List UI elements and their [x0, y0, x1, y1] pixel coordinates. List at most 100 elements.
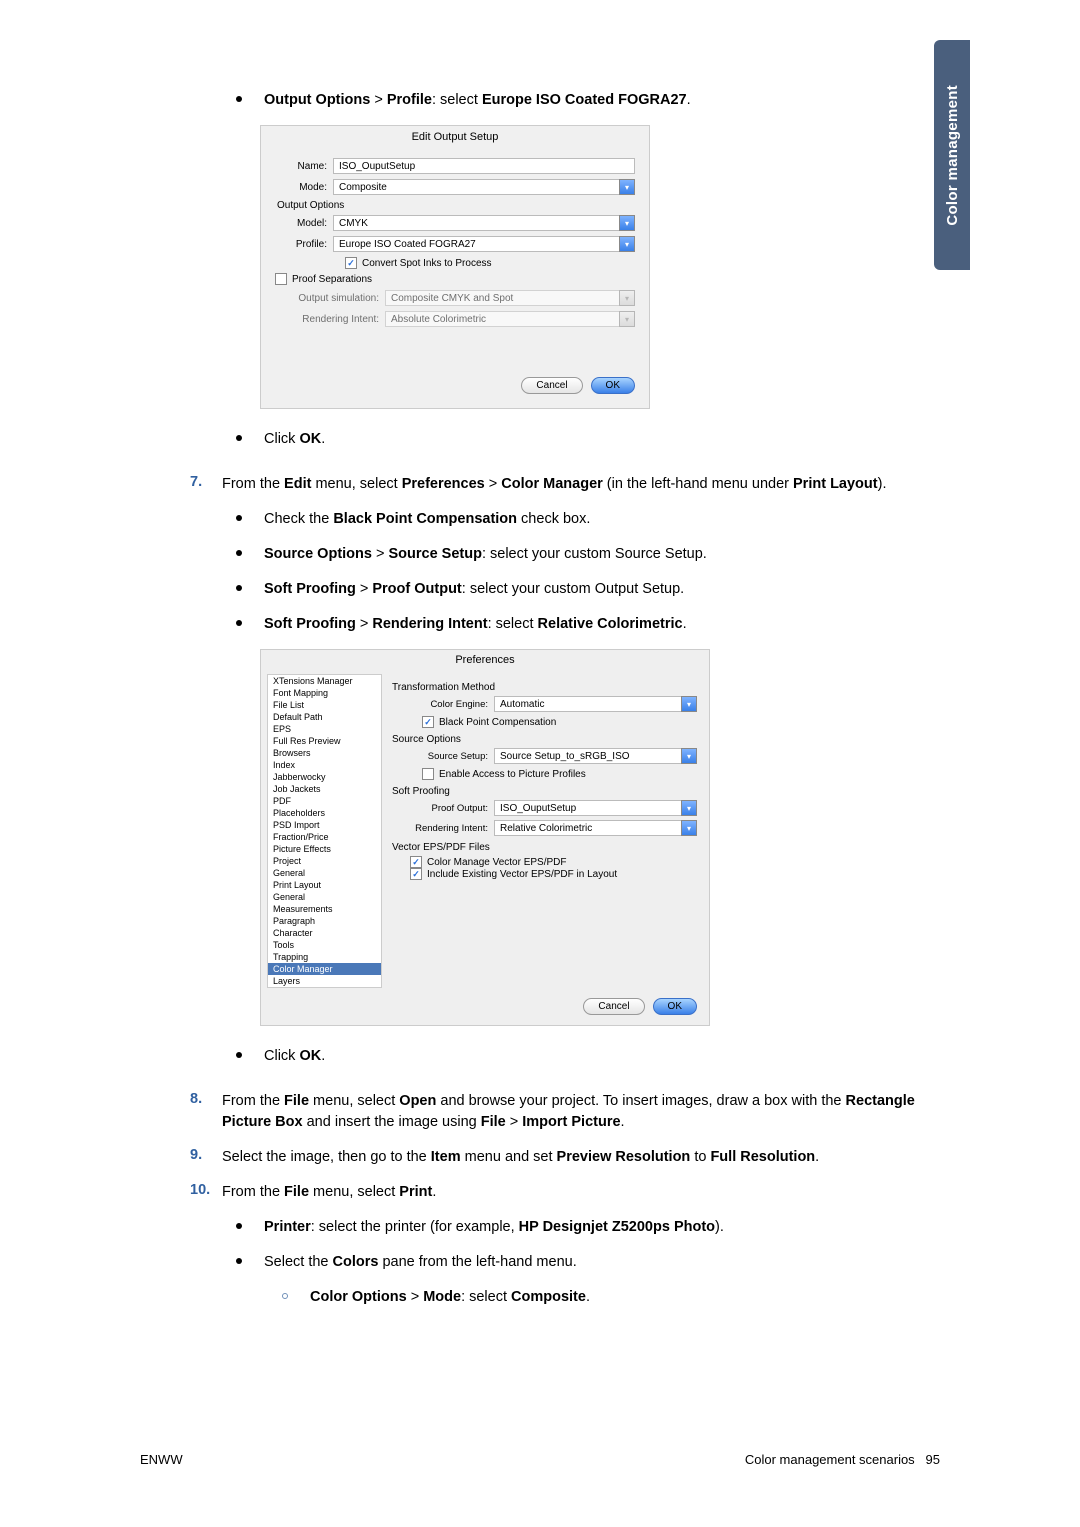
edit-output-setup-dialog: Edit Output Setup Name: ISO_OuputSetup M…: [260, 125, 650, 409]
proof-output-select[interactable]: ISO_OuputSetup ▾: [494, 800, 697, 816]
proof-separations-checkbox[interactable]: Proof Separations: [275, 273, 635, 285]
soft-proofing-label: Soft Proofing: [392, 786, 697, 797]
proof-output-label: Proof Output:: [402, 803, 494, 814]
color-engine-select[interactable]: Automatic ▾: [494, 696, 697, 712]
dialog-title: Edit Output Setup: [261, 126, 649, 148]
sidebar-item[interactable]: Full Res Preview: [268, 735, 381, 747]
include-existing-checkbox[interactable]: ✓ Include Existing Vector EPS/PDF in Lay…: [410, 868, 697, 880]
mode-select[interactable]: Composite ▾: [333, 179, 635, 195]
sidebar-item[interactable]: EPS: [268, 723, 381, 735]
sidebar-item[interactable]: Index: [268, 759, 381, 771]
chevron-down-icon: ▾: [619, 290, 635, 306]
sidebar-item[interactable]: Layers: [268, 975, 381, 987]
chevron-down-icon: ▾: [681, 820, 697, 836]
bullet-dot-icon: [236, 1223, 242, 1229]
bpc-checkbox[interactable]: ✓ Black Point Compensation: [422, 716, 697, 728]
sidebar-item[interactable]: Default Path: [268, 711, 381, 723]
preferences-dialog: Preferences XTensions ManagerFont Mappin…: [260, 649, 710, 1026]
sidebar-item[interactable]: General: [268, 867, 381, 879]
profile-label: Profile:: [285, 239, 333, 250]
output-sim-select: Composite CMYK and Spot ▾: [385, 290, 635, 306]
source-setup-label: Source Setup:: [402, 751, 494, 762]
sidebar-item[interactable]: Font Mapping: [268, 687, 381, 699]
sidebar-item[interactable]: Jabberwocky: [268, 771, 381, 783]
step-10: 10. From the File menu, select Print.: [190, 1182, 930, 1203]
side-tab-label: Color management: [944, 85, 961, 226]
sidebar-item[interactable]: Tools: [268, 939, 381, 951]
rendering-intent-select[interactable]: Relative Colorimetric ▾: [494, 820, 697, 836]
sidebar-item[interactable]: General: [268, 891, 381, 903]
sidebar-item[interactable]: Paragraph: [268, 915, 381, 927]
mode-label: Mode:: [275, 182, 333, 193]
ok-button[interactable]: OK: [591, 377, 635, 394]
bullet-dot-icon: [236, 585, 242, 591]
footer-right: Color management scenarios 95: [745, 1452, 940, 1467]
sidebar-item[interactable]: Print Layout: [268, 879, 381, 891]
page-content: Output Options > Profile: select Europe …: [190, 90, 930, 1322]
sidebar-item[interactable]: Job Jackets: [268, 783, 381, 795]
sidebar-item[interactable]: PSD Import: [268, 819, 381, 831]
rendering-intent-label: Rendering Intent:: [285, 314, 385, 325]
checkbox-unchecked-icon: [422, 768, 434, 780]
step-8: 8. From the File menu, select Open and b…: [190, 1091, 930, 1133]
bullet-dot-icon: [236, 1052, 242, 1058]
enable-access-checkbox[interactable]: Enable Access to Picture Profiles: [422, 768, 697, 780]
sidebar-item[interactable]: Placeholders: [268, 807, 381, 819]
name-input[interactable]: ISO_OuputSetup: [333, 158, 635, 174]
profile-select[interactable]: Europe ISO Coated FOGRA27 ▾: [333, 236, 635, 252]
model-label: Model:: [285, 218, 333, 229]
rendering-intent-label: Rendering Intent:: [402, 823, 494, 834]
chevron-down-icon: ▾: [619, 236, 635, 252]
bullet-dot-icon: [236, 96, 242, 102]
chevron-down-icon: ▾: [681, 800, 697, 816]
transformation-method-label: Transformation Method: [392, 682, 697, 693]
output-options-label: Output Options: [277, 200, 635, 211]
cancel-button[interactable]: Cancel: [521, 377, 582, 394]
color-engine-label: Color Engine:: [402, 699, 494, 710]
sidebar-item[interactable]: File List: [268, 699, 381, 711]
source-setup-select[interactable]: Source Setup_to_sRGB_ISO ▾: [494, 748, 697, 764]
checkbox-checked-icon: ✓: [410, 868, 422, 880]
bullet-dot-icon: [236, 1258, 242, 1264]
color-manage-vector-checkbox[interactable]: ✓ Color Manage Vector EPS/PDF: [410, 856, 697, 868]
bullet-bpc: Check the Black Point Compensation check…: [236, 509, 930, 530]
sidebar-item[interactable]: PDF: [268, 795, 381, 807]
name-label: Name:: [275, 161, 333, 172]
bullet-dot-icon: [236, 550, 242, 556]
sidebar-item[interactable]: Fraction/Price: [268, 831, 381, 843]
bullet-rendering-intent: Soft Proofing > Rendering Intent: select…: [236, 614, 930, 635]
sidebar-item[interactable]: Browsers: [268, 747, 381, 759]
bullet-source-options: Source Options > Source Setup: select yo…: [236, 544, 930, 565]
preferences-sidebar-list[interactable]: XTensions ManagerFont MappingFile ListDe…: [267, 674, 382, 988]
bullet-dot-icon: [236, 515, 242, 521]
footer-left: ENWW: [140, 1452, 183, 1467]
chevron-down-icon: ▾: [619, 179, 635, 195]
cancel-button[interactable]: Cancel: [583, 998, 644, 1015]
checkbox-unchecked-icon: [275, 273, 287, 285]
sidebar-item[interactable]: Character: [268, 927, 381, 939]
sidebar-item[interactable]: Color Manager: [268, 963, 381, 975]
sidebar-item[interactable]: Trapping: [268, 951, 381, 963]
ok-button[interactable]: OK: [653, 998, 697, 1015]
bullet-click-ok-1: Click OK.: [236, 429, 930, 450]
convert-checkbox[interactable]: ✓ Convert Spot Inks to Process: [345, 257, 635, 269]
chevron-down-icon: ▾: [681, 748, 697, 764]
sidebar-item[interactable]: Project: [268, 855, 381, 867]
bullet-text: Output Options > Profile: select Europe …: [264, 90, 691, 111]
sidebar-item[interactable]: Picture Effects: [268, 843, 381, 855]
bullet-proof-output: Soft Proofing > Proof Output: select you…: [236, 579, 930, 600]
model-select[interactable]: CMYK ▾: [333, 215, 635, 231]
step-7: 7. From the Edit menu, select Preference…: [190, 474, 930, 495]
output-sim-label: Output simulation:: [285, 293, 385, 304]
side-tab: Color management: [934, 40, 970, 270]
source-options-label: Source Options: [392, 734, 697, 745]
rendering-intent-select: Absolute Colorimetric ▾: [385, 311, 635, 327]
checkbox-checked-icon: ✓: [345, 257, 357, 269]
sidebar-item[interactable]: Measurements: [268, 903, 381, 915]
chevron-down-icon: ▾: [619, 215, 635, 231]
sidebar-item[interactable]: XTensions Manager: [268, 675, 381, 687]
dialog-title: Preferences: [261, 650, 709, 670]
bullet-dot-icon: [236, 435, 242, 441]
bullet-click-ok-2: Click OK.: [236, 1046, 930, 1067]
chevron-down-icon: ▾: [681, 696, 697, 712]
